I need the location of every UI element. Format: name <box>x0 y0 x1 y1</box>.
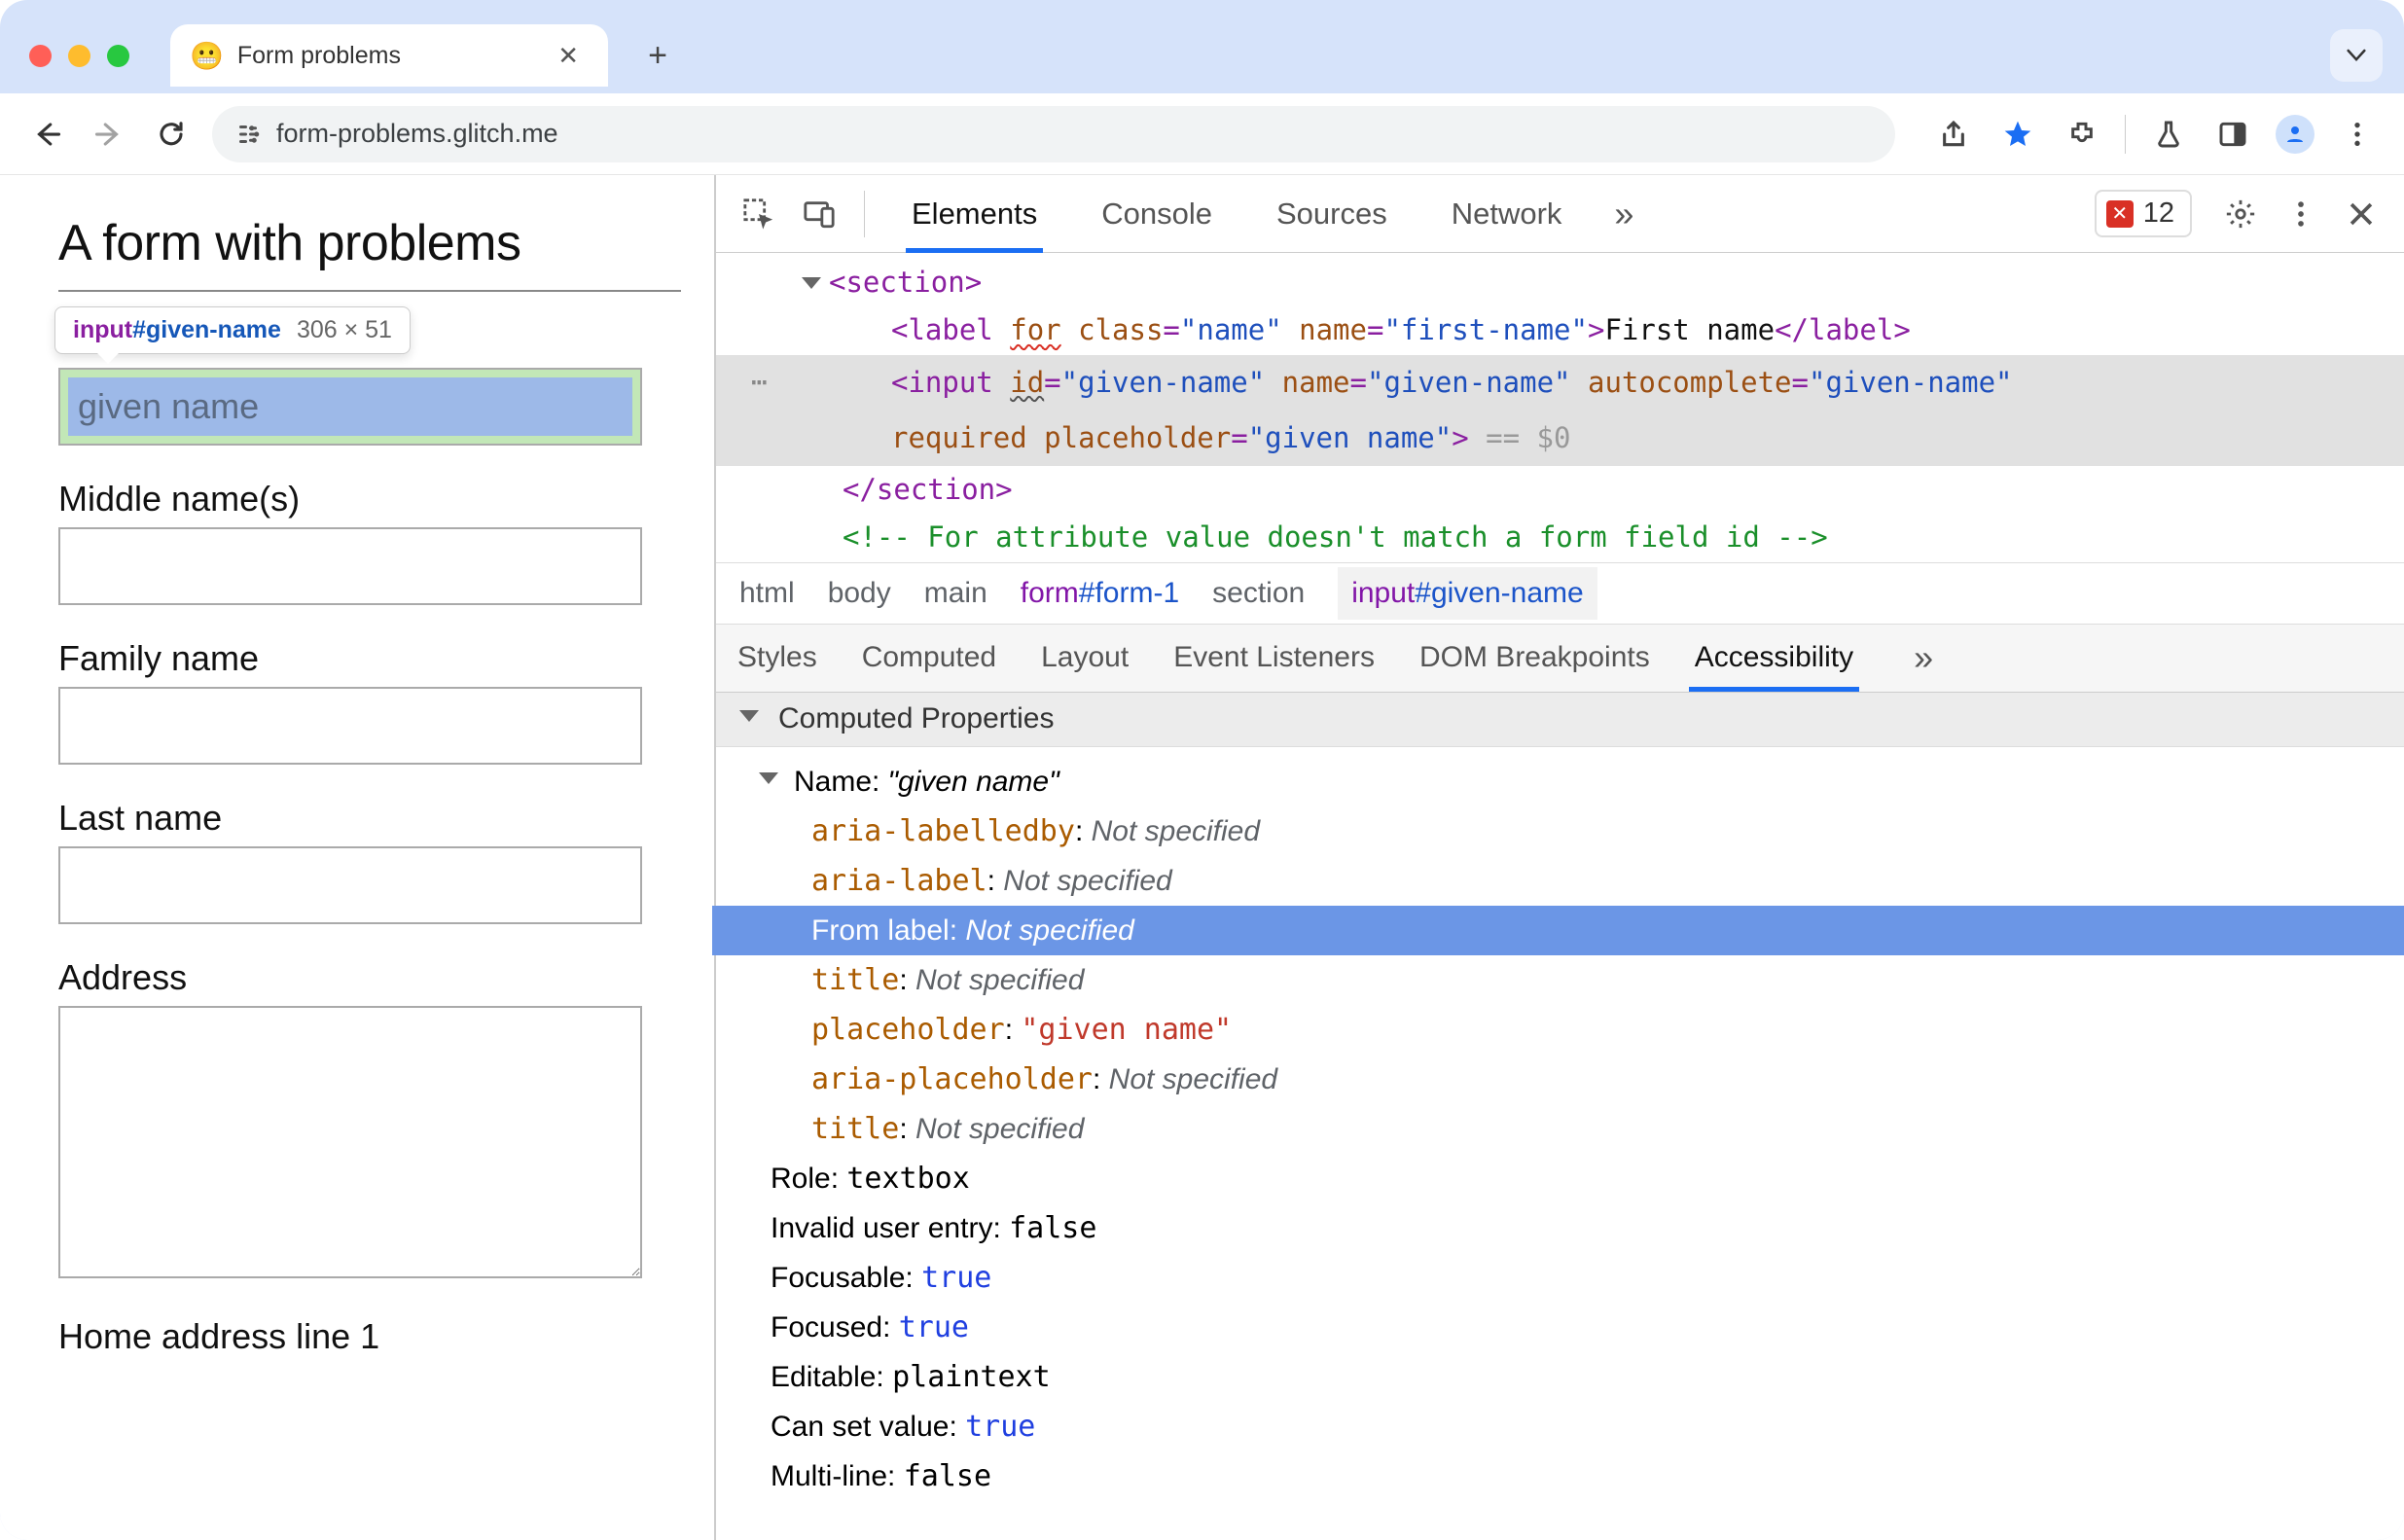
error-count: 12 <box>2143 197 2174 230</box>
tab-network[interactable]: Network <box>1424 175 1590 253</box>
page-title: A form with problems <box>58 214 681 292</box>
address-textarea[interactable] <box>58 1006 642 1278</box>
close-window-icon[interactable] <box>29 45 52 67</box>
subtab-styles[interactable]: Styles <box>737 624 817 692</box>
side-panel-icon[interactable] <box>2211 113 2254 156</box>
tooltip-dimensions: 306 × 51 <box>297 316 392 344</box>
devtools-panel: Elements Console Sources Network » ✕ 12 <box>714 175 2404 1540</box>
minimize-window-icon[interactable] <box>68 45 90 67</box>
given-name-placeholder: given name <box>68 377 632 436</box>
content: A form with problems input#given-name 30… <box>0 175 2404 1540</box>
browser-window: 😬 Form problems ✕ + form-problems.glitch… <box>0 0 2404 1540</box>
prop-from-label[interactable]: From label: Not specified <box>712 906 2404 955</box>
last-name-label: Last name <box>58 798 681 839</box>
new-tab-button[interactable]: + <box>631 29 684 82</box>
browser-tab[interactable]: 😬 Form problems ✕ <box>170 24 608 87</box>
kebab-menu-icon[interactable] <box>2336 113 2379 156</box>
site-settings-icon[interactable] <box>233 120 263 149</box>
prop-aria-labelledby: aria-labelledby: Not specified <box>759 806 2375 856</box>
devtools-kebab-icon[interactable] <box>2276 189 2326 239</box>
maximize-window-icon[interactable] <box>107 45 129 67</box>
tab-favicon-icon: 😬 <box>190 40 224 72</box>
prop-title: title: Not specified <box>759 955 2375 1005</box>
extensions-icon[interactable] <box>2061 113 2103 156</box>
tab-elements[interactable]: Elements <box>884 175 1064 253</box>
bc-section[interactable]: section <box>1212 577 1305 610</box>
settings-gear-icon[interactable] <box>2215 189 2266 239</box>
tabs-dropdown-button[interactable] <box>2330 29 2383 82</box>
disclosure-triangle-icon[interactable] <box>739 710 759 722</box>
prop-title-2: title: Not specified <box>759 1104 2375 1154</box>
window-controls <box>29 45 129 67</box>
home-address-1-label: Home address line 1 <box>58 1316 681 1357</box>
labs-flask-icon[interactable] <box>2147 113 2190 156</box>
forward-button[interactable] <box>88 113 130 156</box>
accessibility-properties: Name: "given name" aria-labelledby: Not … <box>716 747 2404 1511</box>
dom-tree[interactable]: <section> <label for class="name" name="… <box>716 253 2404 562</box>
tab-sources[interactable]: Sources <box>1249 175 1415 253</box>
devtools-divider <box>864 191 865 237</box>
family-name-label: Family name <box>58 638 681 679</box>
inspect-element-icon[interactable] <box>734 189 784 239</box>
given-name-field-highlight[interactable]: given name <box>58 368 642 446</box>
url-text: form-problems.glitch.me <box>276 119 558 149</box>
prop-can-set-value: Can set value: true <box>759 1402 2375 1451</box>
dom-selected-node[interactable]: ⋯<input id="given-name" name="given-name… <box>716 355 2404 411</box>
element-inspect-tooltip: input#given-name 306 × 51 <box>54 306 411 354</box>
bc-body[interactable]: body <box>828 577 891 610</box>
share-icon[interactable] <box>1932 113 1975 156</box>
subtab-event-listeners[interactable]: Event Listeners <box>1173 624 1375 692</box>
issues-badge[interactable]: ✕ 12 <box>2095 190 2192 237</box>
prop-focusable: Focusable: true <box>759 1253 2375 1303</box>
bc-input[interactable]: input#given-name <box>1338 567 1597 620</box>
address-bar[interactable]: form-problems.glitch.me <box>212 106 1895 162</box>
devtools-close-icon[interactable] <box>2336 189 2386 239</box>
dom-breadcrumb[interactable]: html body main form#form-1 section input… <box>716 562 2404 625</box>
bookmark-star-icon[interactable] <box>1996 113 2039 156</box>
profile-avatar-icon[interactable] <box>2276 115 2314 154</box>
page-viewport: A form with problems input#given-name 30… <box>0 175 714 1540</box>
computed-properties-header[interactable]: Computed Properties <box>716 693 2404 747</box>
tab-close-button[interactable]: ✕ <box>548 37 589 75</box>
bc-html[interactable]: html <box>739 577 795 610</box>
toolbar-divider <box>2125 115 2126 154</box>
address-label: Address <box>58 957 681 998</box>
section-title: Computed Properties <box>778 702 1054 735</box>
prop-aria-placeholder: aria-placeholder: Not specified <box>759 1055 2375 1104</box>
last-name-input[interactable] <box>58 846 642 924</box>
subtab-dom-breakpoints[interactable]: DOM Breakpoints <box>1419 624 1650 692</box>
prop-focused: Focused: true <box>759 1303 2375 1352</box>
prop-aria-label: aria-label: Not specified <box>759 856 2375 906</box>
prop-placeholder: placeholder: "given name" <box>759 1005 2375 1055</box>
prop-editable: Editable: plaintext <box>759 1352 2375 1402</box>
middle-name-input[interactable] <box>58 527 642 605</box>
devtools-subtabs: Styles Computed Layout Event Listeners D… <box>716 625 2404 693</box>
subtabs-overflow-icon[interactable]: » <box>1898 637 1949 678</box>
tab-strip: 😬 Form problems ✕ + <box>0 18 2404 93</box>
prop-multiline: Multi-line: false <box>759 1451 2375 1501</box>
bc-form[interactable]: form#form-1 <box>1021 577 1179 610</box>
error-icon: ✕ <box>2106 200 2134 228</box>
disclosure-triangle-icon[interactable] <box>759 772 778 784</box>
tab-title: Form problems <box>237 42 534 70</box>
subtab-layout[interactable]: Layout <box>1041 624 1129 692</box>
devtools-tabbar: Elements Console Sources Network » ✕ 12 <box>716 175 2404 253</box>
subtab-computed[interactable]: Computed <box>862 624 996 692</box>
tabs-overflow-icon[interactable]: » <box>1598 194 1649 234</box>
tooltip-id: #given-name <box>132 316 281 343</box>
subtab-accessibility[interactable]: Accessibility <box>1695 624 1853 692</box>
family-name-input[interactable] <box>58 687 642 765</box>
tab-console[interactable]: Console <box>1074 175 1239 253</box>
prop-role: Role: textbox <box>759 1154 2375 1203</box>
middle-name-label: Middle name(s) <box>58 479 681 519</box>
prop-invalid: Invalid user entry: false <box>759 1203 2375 1253</box>
toolbar-right <box>1932 113 2379 156</box>
bc-main[interactable]: main <box>924 577 987 610</box>
prop-name: Name: "given name" <box>759 757 2375 806</box>
tooltip-tag: input <box>73 316 132 343</box>
browser-toolbar: form-problems.glitch.me <box>0 93 2404 175</box>
reload-button[interactable] <box>150 113 193 156</box>
device-toolbar-icon[interactable] <box>794 189 844 239</box>
back-button[interactable] <box>25 113 68 156</box>
